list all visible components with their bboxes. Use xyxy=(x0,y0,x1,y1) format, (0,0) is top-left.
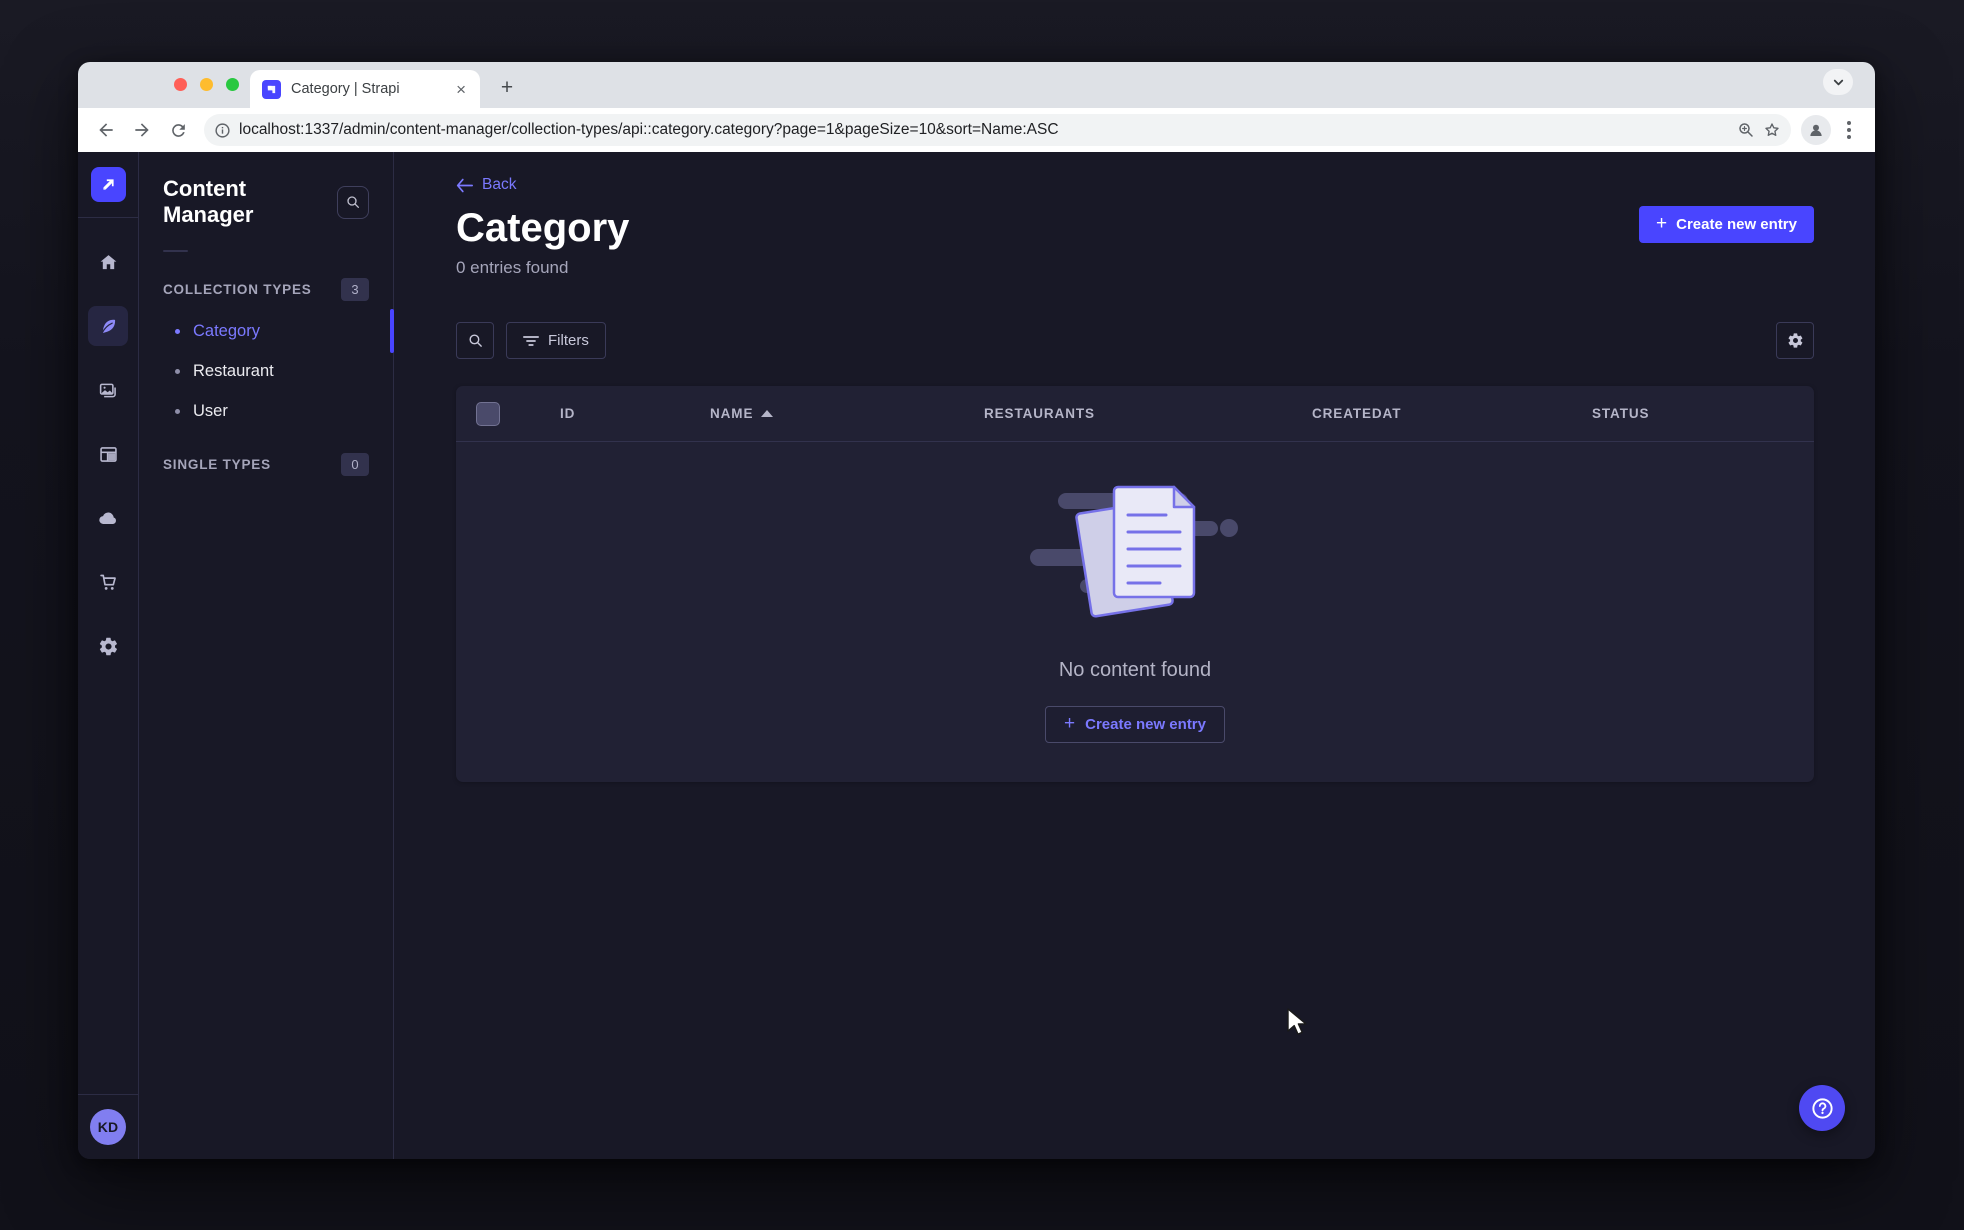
rail-divider xyxy=(78,217,139,218)
sidebar-item-label: Restaurant xyxy=(193,361,274,380)
browser-toolbar: localhost:1337/admin/content-manager/col… xyxy=(78,108,1875,152)
empty-state: No content found + Create new entry xyxy=(456,442,1814,782)
rail-divider xyxy=(78,1094,139,1095)
minimize-window-icon[interactable] xyxy=(200,78,213,91)
strapi-admin: KD Content Manager COLLECTION TYPES 3 Ca… xyxy=(78,152,1875,1159)
sidebar-search-button[interactable] xyxy=(336,185,369,219)
bullet-icon xyxy=(175,328,180,334)
collection-types-label: COLLECTION TYPES xyxy=(163,282,312,297)
list-toolbar: Filters xyxy=(456,322,1814,359)
bookmark-star-icon[interactable] xyxy=(1763,121,1781,139)
table-header-row: ID NAME RESTAURANTS CREATEDAT STATUS xyxy=(456,386,1814,442)
filters-button[interactable]: Filters xyxy=(506,322,606,359)
sidebar-item-restaurant[interactable]: Restaurant xyxy=(163,351,369,391)
bullet-icon xyxy=(175,368,180,374)
tab-title: Category | Strapi xyxy=(291,81,400,97)
back-icon[interactable] xyxy=(90,114,122,146)
empty-message: No content found xyxy=(1058,659,1212,681)
nav-cloud-icon[interactable] xyxy=(88,498,128,538)
column-header-id[interactable]: ID xyxy=(544,406,694,421)
main-nav-rail: KD xyxy=(78,152,139,1159)
tab-search-chevron-icon[interactable] xyxy=(1823,69,1853,95)
entries-count: 0 entries found xyxy=(456,258,569,277)
browser-tab[interactable]: Category | Strapi × xyxy=(250,70,480,108)
url-text[interactable]: localhost:1337/admin/content-manager/col… xyxy=(239,121,1729,139)
back-arrow-icon xyxy=(456,178,473,192)
nav-media-library-icon[interactable] xyxy=(88,370,128,410)
collection-types-list: Category Restaurant User xyxy=(163,309,394,431)
page-title: Category xyxy=(456,206,630,250)
info-circle-icon[interactable] xyxy=(214,122,231,139)
nav-marketplace-icon[interactable] xyxy=(88,562,128,602)
new-tab-button[interactable]: + xyxy=(494,75,520,101)
fullscreen-window-icon[interactable] xyxy=(226,78,239,91)
empty-documents-illustration xyxy=(1030,485,1238,618)
reload-icon[interactable] xyxy=(162,114,194,146)
browser-tabstrip: Category | Strapi × + xyxy=(78,62,1875,108)
main-content: Back Category 0 entries found + Create n… xyxy=(394,152,1875,1159)
browser-window: Category | Strapi × + localhost:1337/adm… xyxy=(78,62,1875,1159)
column-header-name[interactable]: NAME xyxy=(694,406,968,421)
column-header-createdat[interactable]: CREATEDAT xyxy=(1296,406,1576,421)
sidebar-item-category[interactable]: Category xyxy=(163,309,394,353)
sidebar-item-label: User xyxy=(193,401,228,420)
sidebar-divider xyxy=(163,250,188,252)
view-settings-button[interactable] xyxy=(1776,322,1814,359)
column-header-restaurants[interactable]: RESTAURANTS xyxy=(968,406,1296,421)
single-types-label: SINGLE TYPES xyxy=(163,457,271,472)
close-window-icon[interactable] xyxy=(174,78,187,91)
empty-create-new-entry-button[interactable]: + Create new entry xyxy=(1045,706,1225,743)
select-all-checkbox[interactable] xyxy=(476,401,500,426)
single-types-count-badge: 0 xyxy=(341,453,369,476)
filter-lines-icon xyxy=(523,335,539,346)
sidebar-item-user[interactable]: User xyxy=(163,391,369,431)
help-button[interactable] xyxy=(1799,1085,1845,1131)
zoom-icon[interactable] xyxy=(1737,121,1755,139)
back-link[interactable]: Back xyxy=(456,176,516,194)
sidebar-item-label: Category xyxy=(193,321,260,340)
browser-menu-icon[interactable] xyxy=(1835,114,1863,146)
create-new-entry-button[interactable]: + Create new entry xyxy=(1639,206,1814,243)
entries-table: ID NAME RESTAURANTS CREATEDAT STATUS No … xyxy=(456,386,1814,782)
browser-profile-icon[interactable] xyxy=(1801,115,1831,145)
user-avatar[interactable]: KD xyxy=(90,1109,126,1145)
column-header-status[interactable]: STATUS xyxy=(1576,406,1814,421)
forward-icon[interactable] xyxy=(126,114,158,146)
sidebar-title: Content Manager xyxy=(163,176,254,227)
bullet-icon xyxy=(175,408,180,414)
table-search-button[interactable] xyxy=(456,322,494,359)
url-bar[interactable]: localhost:1337/admin/content-manager/col… xyxy=(204,114,1791,146)
content-manager-sidebar: Content Manager COLLECTION TYPES 3 Categ… xyxy=(139,152,394,1159)
plus-icon: + xyxy=(1064,713,1076,734)
traffic-lights xyxy=(174,78,239,91)
tab-close-icon[interactable]: × xyxy=(454,79,468,100)
strapi-logo-icon[interactable] xyxy=(90,167,126,202)
collection-types-count-badge: 3 xyxy=(341,278,369,301)
nav-content-manager-icon[interactable] xyxy=(88,306,128,346)
nav-settings-icon[interactable] xyxy=(88,626,128,666)
sort-ascending-icon xyxy=(761,410,774,417)
plus-icon: + xyxy=(1656,213,1668,234)
nav-home-icon[interactable] xyxy=(88,242,128,282)
nav-content-type-builder-icon[interactable] xyxy=(88,434,128,474)
strapi-favicon-icon xyxy=(262,79,281,99)
